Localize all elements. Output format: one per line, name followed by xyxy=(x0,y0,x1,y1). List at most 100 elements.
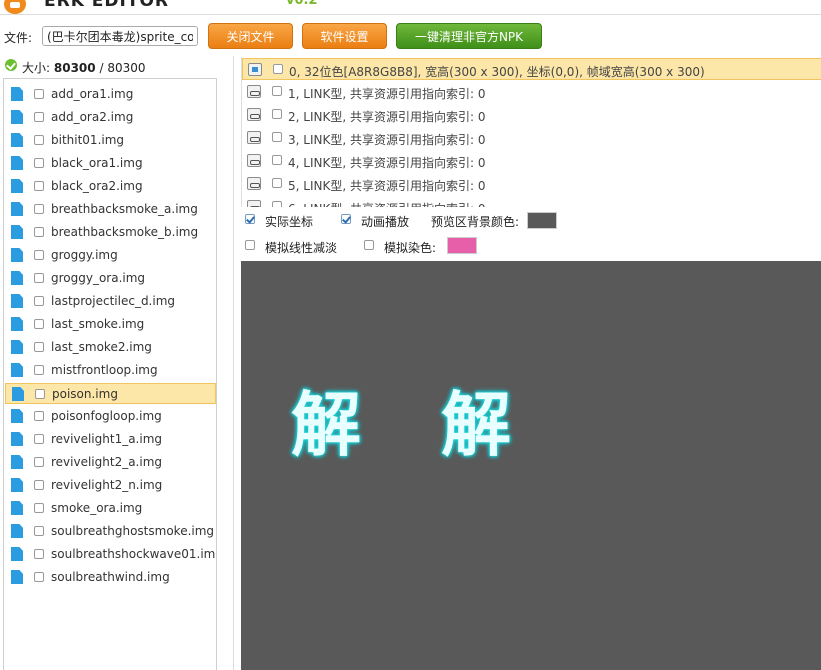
panel-splitter[interactable] xyxy=(233,56,234,670)
img-name: bithit01.img xyxy=(51,133,125,147)
img-list-item[interactable]: poisonfogloop.img xyxy=(5,406,216,427)
img-checkbox[interactable] xyxy=(34,434,44,444)
img-checkbox[interactable] xyxy=(34,572,44,582)
img-file-list[interactable]: add_ora1.img add_ora2.img bithit01.img blac… xyxy=(3,78,217,670)
img-list-item[interactable]: poison.img xyxy=(5,383,216,404)
frame-checkbox[interactable] xyxy=(272,178,282,188)
document-icon xyxy=(11,294,23,308)
document-icon xyxy=(11,547,23,561)
file-toolbar: 文件: 关闭文件 软件设置 一键清理非官方NPK xyxy=(0,22,821,50)
picture-icon xyxy=(248,63,262,76)
animate-checkbox[interactable] xyxy=(341,214,351,224)
link-icon xyxy=(247,131,261,144)
img-checkbox[interactable] xyxy=(34,204,44,214)
img-checkbox[interactable] xyxy=(34,158,44,168)
preview-canvas[interactable]: 解 解 xyxy=(241,261,821,670)
frame-checkbox[interactable] xyxy=(272,109,282,119)
frame-list-item[interactable]: 4, LINK型, 共享资源引用指向索引: 0 xyxy=(242,150,821,172)
img-list-item[interactable]: lastprojectilec_d.img xyxy=(5,291,216,312)
img-checkbox[interactable] xyxy=(34,457,44,467)
img-checkbox[interactable] xyxy=(34,250,44,260)
img-list-item[interactable]: breathbacksmoke_b.img xyxy=(5,222,216,243)
img-list-item[interactable]: add_ora2.img xyxy=(5,107,216,128)
dye-color-swatch[interactable] xyxy=(447,237,477,254)
img-checkbox[interactable] xyxy=(34,342,44,352)
document-icon xyxy=(11,179,23,193)
img-list-item[interactable]: last_smoke2.img xyxy=(5,337,216,358)
img-list-item[interactable]: revivelight1_a.img xyxy=(5,429,216,450)
size-total: 80300 xyxy=(107,61,146,75)
img-list-item[interactable]: bithit01.img xyxy=(5,130,216,151)
document-icon xyxy=(11,570,23,584)
frame-list-item[interactable]: 2, LINK型, 共享资源引用指向索引: 0 xyxy=(242,104,821,126)
frame-info: 1, LINK型, 共享资源引用指向索引: 0 xyxy=(288,87,486,101)
img-list-item[interactable]: groggy.img xyxy=(5,245,216,266)
img-checkbox[interactable] xyxy=(34,526,44,536)
document-icon xyxy=(11,363,23,377)
img-checkbox[interactable] xyxy=(34,135,44,145)
img-list-item[interactable]: groggy_ora.img xyxy=(5,268,216,289)
img-checkbox[interactable] xyxy=(34,112,44,122)
img-checkbox[interactable] xyxy=(34,503,44,513)
size-separator: / xyxy=(99,61,104,75)
img-checkbox[interactable] xyxy=(34,227,44,237)
linear-fade-label: 模拟线性减淡 xyxy=(265,241,338,255)
document-icon xyxy=(11,156,23,170)
img-name: poisonfogloop.img xyxy=(51,409,162,423)
img-list-item[interactable]: soulbreathghostsmoke.img xyxy=(5,521,216,542)
img-list-item[interactable]: soulbreathwind.img xyxy=(5,567,216,588)
file-path-input[interactable] xyxy=(42,26,198,46)
document-icon xyxy=(11,409,23,423)
settings-button[interactable]: 软件设置 xyxy=(302,23,387,49)
img-checkbox[interactable] xyxy=(34,480,44,490)
frame-checkbox[interactable] xyxy=(272,86,282,96)
frame-list[interactable]: 0, 32位色[A8R8G8B8], 宽高(300 x 300), 坐标(0,0… xyxy=(241,57,821,207)
frame-list-item[interactable]: 0, 32位色[A8R8G8B8], 宽高(300 x 300), 坐标(0,0… xyxy=(242,58,821,80)
frame-checkbox[interactable] xyxy=(272,132,282,142)
real-coords-checkbox[interactable] xyxy=(245,214,255,224)
size-label: 大小: xyxy=(22,61,51,75)
bg-color-swatch[interactable] xyxy=(527,212,557,229)
img-list-item[interactable]: last_smoke.img xyxy=(5,314,216,335)
img-checkbox[interactable] xyxy=(34,319,44,329)
document-icon xyxy=(11,432,23,446)
frame-checkbox[interactable] xyxy=(273,64,283,74)
document-icon xyxy=(11,87,23,101)
frame-list-item[interactable]: 1, LINK型, 共享资源引用指向索引: 0 xyxy=(242,81,821,103)
img-list-item[interactable]: black_ora1.img xyxy=(5,153,216,174)
app-header: ERK EDITOR v0.2 xyxy=(0,0,821,15)
img-list-item[interactable]: smoke_ora.img xyxy=(5,498,216,519)
img-checkbox[interactable] xyxy=(34,89,44,99)
img-list-item[interactable]: black_ora2.img xyxy=(5,176,216,197)
app-logo-icon xyxy=(4,0,26,14)
img-list-item[interactable]: mistfrontloop.img xyxy=(5,360,216,381)
img-checkbox[interactable] xyxy=(34,549,44,559)
img-list-item[interactable]: soulbreathshockwave01.img xyxy=(5,544,216,565)
img-checkbox[interactable] xyxy=(35,389,45,399)
clean-npk-button[interactable]: 一键清理非官方NPK xyxy=(396,23,542,49)
img-checkbox[interactable] xyxy=(34,411,44,421)
img-list-item[interactable]: revivelight2_a.img xyxy=(5,452,216,473)
frame-list-item[interactable]: 6, LINK型, 共享资源引用指向索引: 0 xyxy=(242,196,821,207)
img-name: breathbacksmoke_b.img xyxy=(51,225,199,239)
img-list-item[interactable]: revivelight2_n.img xyxy=(5,475,216,496)
document-icon xyxy=(12,387,24,401)
img-checkbox[interactable] xyxy=(34,365,44,375)
bg-color-label: 预览区背景颜色: xyxy=(431,215,520,229)
frame-list-item[interactable]: 5, LINK型, 共享资源引用指向索引: 0 xyxy=(242,173,821,195)
img-checkbox[interactable] xyxy=(34,273,44,283)
img-checkbox[interactable] xyxy=(34,181,44,191)
frame-checkbox[interactable] xyxy=(272,155,282,165)
img-checkbox[interactable] xyxy=(34,296,44,306)
img-list-item[interactable]: breathbacksmoke_a.img xyxy=(5,199,216,220)
document-icon xyxy=(11,455,23,469)
frame-list-item[interactable]: 3, LINK型, 共享资源引用指向索引: 0 xyxy=(242,127,821,149)
linear-fade-checkbox[interactable] xyxy=(245,240,255,250)
link-icon xyxy=(247,200,261,207)
close-file-button[interactable]: 关闭文件 xyxy=(208,23,293,49)
frame-checkbox[interactable] xyxy=(272,201,282,207)
file-label: 文件: xyxy=(4,31,33,45)
img-list-item[interactable]: add_ora1.img xyxy=(5,84,216,105)
animate-label: 动画播放 xyxy=(361,215,410,229)
dye-checkbox[interactable] xyxy=(364,240,374,250)
